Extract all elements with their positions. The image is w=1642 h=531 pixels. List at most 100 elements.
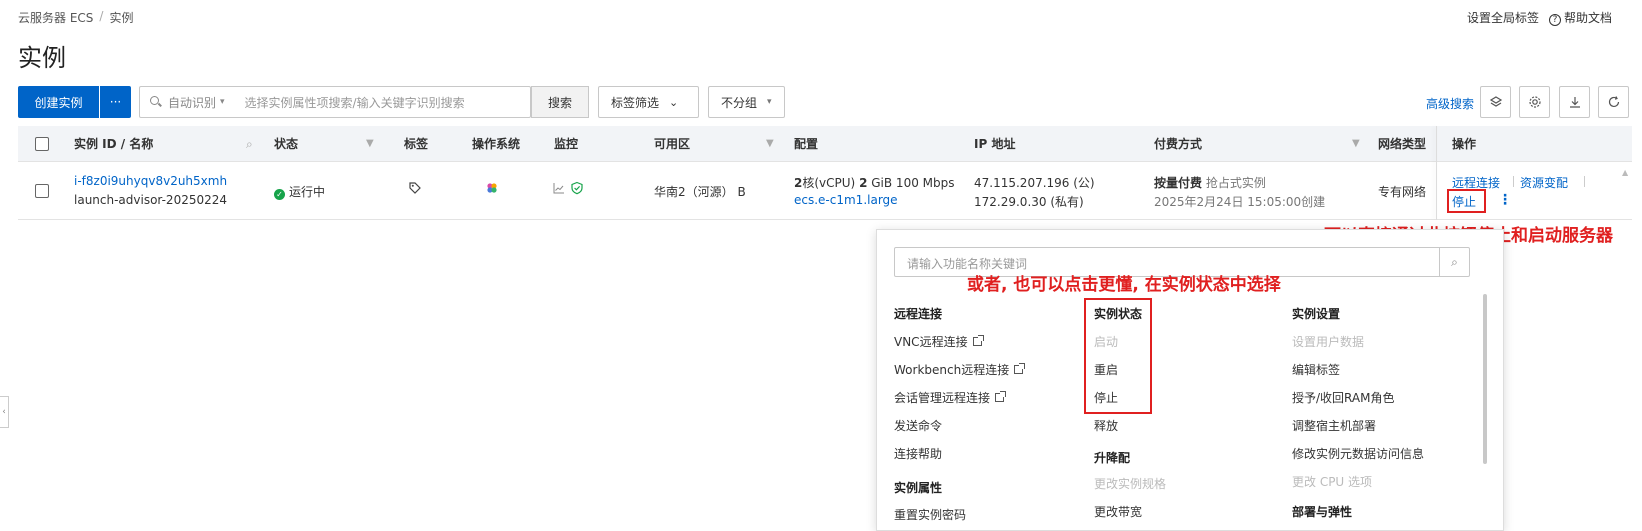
page-title: 实例 [18, 44, 66, 72]
attr-section-head: 实例属性 [894, 481, 943, 495]
check-circle-icon: ✓ [274, 189, 285, 200]
breadcrumb-root[interactable]: 云服务器 ECS [18, 9, 93, 26]
chevron-down-icon: ▾ [220, 97, 225, 107]
upgrade-section-head: 升降配 [1094, 451, 1131, 465]
search-icon[interactable]: ⌕ [1439, 248, 1469, 276]
tag-filter-select[interactable]: 标签筛选 ⌄ [598, 86, 699, 118]
menu-item-connect-help[interactable]: 连接帮助 [894, 445, 942, 462]
breadcrumb-separator: / [99, 9, 104, 23]
help-icon: ? [1548, 14, 1561, 26]
actions-column-divider [1436, 126, 1437, 220]
mem-unit: GiB 100 Mbps [871, 176, 955, 190]
tag-icon[interactable] [408, 181, 422, 198]
external-link-icon [1014, 363, 1026, 374]
col-billing: 付费方式 [1154, 137, 1203, 151]
menu-item-release[interactable]: 释放 [1094, 417, 1118, 434]
menu-item-vnc-label: VNC远程连接 [894, 335, 968, 349]
menu-item-cpu-options[interactable]: 更改 CPU 选项 [1292, 473, 1372, 490]
col-zone: 可用区 [654, 137, 691, 151]
shield-check-icon[interactable] [570, 181, 584, 198]
menu-scrollbar[interactable] [1483, 294, 1487, 464]
layers-icon[interactable] [1480, 86, 1511, 118]
filter-icon[interactable]: ▼ [766, 126, 774, 162]
stop-highlight-box [1447, 189, 1486, 213]
menu-item-change-spec[interactable]: 更改实例规格 [1094, 475, 1166, 492]
search-placeholder: 选择实例属性项搜索/输入关键字识别搜索 [244, 95, 465, 110]
settings-section-head: 实例设置 [1292, 307, 1341, 321]
filter-icon[interactable]: ▼ [366, 126, 374, 162]
download-icon[interactable] [1559, 86, 1590, 118]
table-row: i-f8z0i9uhyqv8v2uh5xmh launch-advisor-20… [18, 162, 1632, 220]
search-icon [150, 96, 162, 108]
config-spec: 2核(vCPU) 2 GiB 100 Mbps [794, 174, 955, 191]
zone-value: 华南2（河源） B [654, 185, 746, 199]
public-ip: 47.115.207.196 (公) [974, 176, 1095, 190]
row-checkbox[interactable] [35, 184, 49, 198]
status-label: 运行中 [289, 185, 326, 199]
global-tags-link[interactable]: 设置全局标签 [1467, 9, 1539, 26]
menu-item-metadata[interactable]: 修改实例元数据访问信息 [1292, 445, 1424, 462]
menu-item-ram-role[interactable]: 授予/收回RAM角色 [1292, 389, 1394, 406]
header-actions: 设置全局标签 ? 帮助文档 [1467, 9, 1612, 26]
menu-item-vnc[interactable]: VNC远程连接 [894, 333, 984, 350]
resize-link[interactable]: 资源变配 [1520, 174, 1568, 191]
remote-section-head: 远程连接 [894, 307, 943, 321]
col-os: 操作系统 [472, 137, 521, 151]
search-mode-select[interactable]: 自动识别 [168, 94, 216, 111]
col-config: 配置 [794, 137, 819, 151]
sidebar-collapse-handle[interactable]: ‹ [0, 396, 9, 428]
refresh-icon[interactable] [1598, 86, 1629, 118]
menu-item-workbench-label: Workbench远程连接 [894, 363, 1010, 377]
mem-count: 2 [859, 176, 868, 190]
external-link-icon [972, 335, 984, 346]
os-icon [485, 181, 499, 198]
create-more-button[interactable]: ··· [100, 86, 131, 118]
breadcrumb-current: 实例 [109, 11, 134, 25]
select-all-checkbox[interactable] [35, 137, 49, 151]
col-actions: 操作 [1452, 137, 1477, 151]
column-search-icon[interactable]: ⌕ [246, 126, 253, 162]
monitor-chart-icon[interactable] [552, 181, 566, 198]
col-network: 网络类型 [1378, 137, 1427, 151]
instance-type-link[interactable]: ecs.e-c1m1.large [794, 193, 898, 207]
divider [1513, 176, 1514, 187]
table-header: 实例 ID / 名称 ⌕ 状态 ▼ 标签 操作系统 监控 可用区 ▼ 配置 IP… [18, 126, 1632, 162]
private-ip: 172.29.0.30 (私有) [974, 195, 1084, 209]
search-input[interactable]: 自动识别 ▾ 选择实例属性项搜索/输入关键字识别搜索 [139, 86, 531, 118]
external-link-icon [995, 391, 1007, 402]
col-instance: 实例 ID / 名称 [74, 137, 154, 151]
menu-item-workbench[interactable]: Workbench远程连接 [894, 361, 1026, 378]
more-actions-menu: 请输入功能名称关键词 ⌕ 远程连接 VNC远程连接 Workbench远程连接 … [876, 229, 1504, 531]
created-time: 2025年2月24日 15:05:00创建 [1154, 195, 1326, 209]
menu-item-host-deploy[interactable]: 调整宿主机部署 [1292, 417, 1376, 434]
advanced-search-link[interactable]: 高级搜索 [1426, 95, 1474, 112]
col-status: 状态 [274, 137, 299, 151]
scroll-up-icon[interactable]: ▲ [1622, 168, 1628, 177]
menu-item-change-bandwidth[interactable]: 更改带宽 [1094, 503, 1142, 520]
menu-hint-annotation: 或者, 也可以点击更懂, 在实例状态中选择 [967, 275, 1281, 295]
instance-id-link[interactable]: i-f8z0i9uhyqv8v2uh5xmh [74, 174, 227, 188]
status-badge: ✓ 运行中 [274, 183, 325, 200]
menu-item-session[interactable]: 会话管理远程连接 [894, 389, 1007, 406]
billing-type: 按量付费 抢占式实例 [1154, 174, 1266, 191]
group-select[interactable]: 不分组 ▾ [708, 86, 785, 118]
search-button[interactable]: 搜索 [531, 86, 589, 118]
instance-name: launch-advisor-20250224 [74, 193, 228, 207]
chevron-down-icon: ▾ [767, 97, 772, 107]
help-docs-link[interactable]: ? 帮助文档 [1548, 9, 1612, 26]
menu-item-edit-tags[interactable]: 编辑标签 [1292, 361, 1340, 378]
more-actions-icon[interactable]: ⋮ [1498, 192, 1512, 208]
breadcrumb: 云服务器 ECS / 实例 [18, 9, 133, 26]
chevron-down-icon: ⌄ [669, 95, 679, 109]
create-instance-button[interactable]: 创建实例 [18, 86, 99, 118]
col-ip: IP 地址 [974, 137, 1016, 151]
filter-icon[interactable]: ▼ [1352, 126, 1360, 162]
menu-item-user-data[interactable]: 设置用户数据 [1292, 333, 1364, 350]
menu-item-send-command[interactable]: 发送命令 [894, 417, 942, 434]
group-select-label: 不分组 [721, 95, 758, 110]
gear-icon[interactable] [1519, 86, 1550, 118]
state-highlight-box [1084, 298, 1152, 414]
col-monitor: 监控 [554, 137, 579, 151]
billing-sub: 抢占式实例 [1205, 176, 1266, 190]
menu-item-reset-password[interactable]: 重置实例密码 [894, 506, 966, 523]
